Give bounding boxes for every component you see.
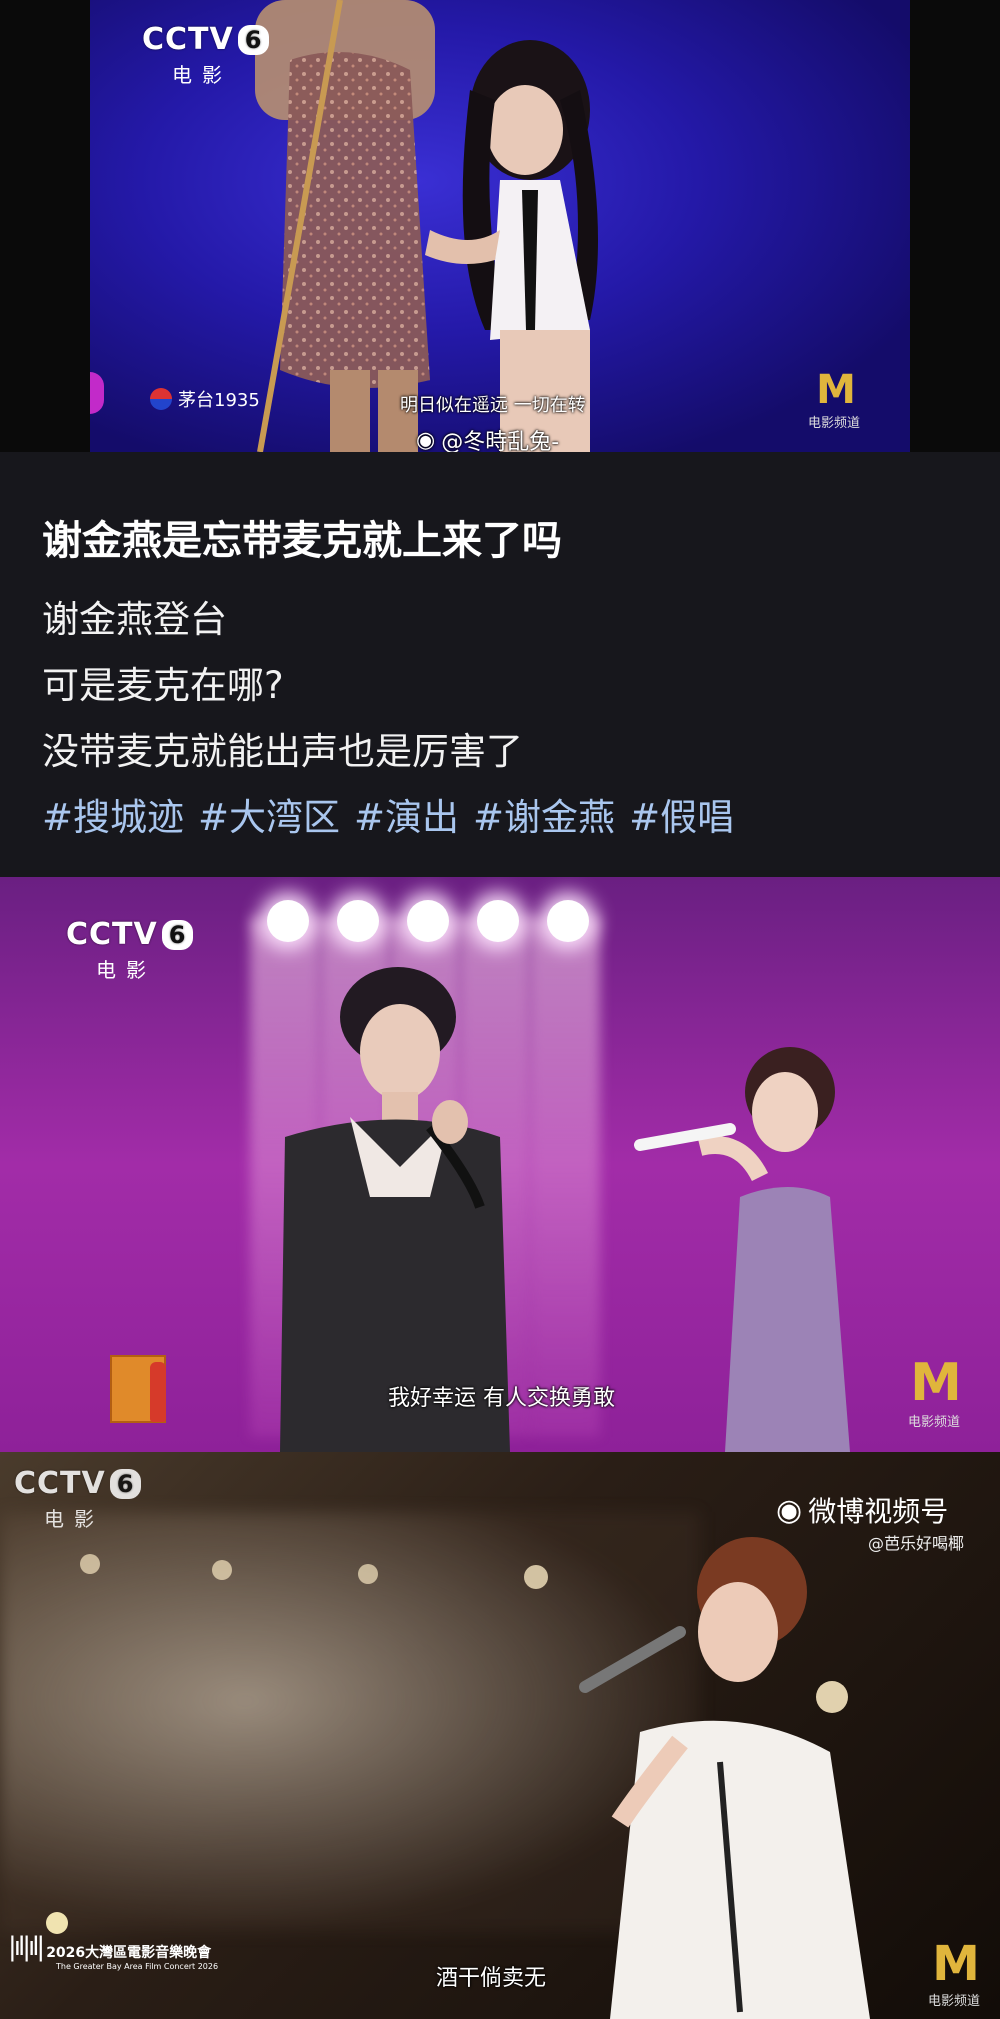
cctv6-logo-1: CCTV 6 电影 bbox=[142, 22, 270, 88]
event-logo-moon-icon bbox=[46, 1912, 68, 1934]
subtitle-caption-3: 酒干倘卖无 bbox=[436, 1966, 547, 1991]
sponsor-bottle-image-2 bbox=[150, 1362, 166, 1422]
soundwave-icon: |ıl|ıl| bbox=[8, 1932, 45, 1962]
sponsor-icon bbox=[150, 388, 172, 410]
weibo-video-watermark: ◉ 微博视频号 bbox=[776, 1492, 949, 1529]
hashtag-link[interactable]: #谢金燕 bbox=[473, 787, 615, 841]
hashtag-link[interactable]: #搜城迹 bbox=[42, 787, 184, 841]
weibo-user-watermark: @芭乐好喝椰 bbox=[868, 1534, 965, 1553]
movie-channel-logo-2: M 电影频道 bbox=[908, 1353, 962, 1430]
hashtag-link[interactable]: #演出 bbox=[354, 787, 459, 841]
sponsor-logo-1: 茅台1935 bbox=[150, 386, 260, 412]
weibo-watermark-1: ◉ @冬時乱兔- bbox=[416, 427, 560, 453]
post-title: 谢金燕是忘带麦克就上来了吗 bbox=[42, 518, 562, 564]
post-line-1: 谢金燕登台 bbox=[42, 598, 227, 641]
video-frame-1[interactable]: CCTV 6 电影 茅台1935 明日似在遥远 一切在转 ◉ @冬時乱兔- M 电… bbox=[0, 0, 1000, 452]
video-frame-3[interactable]: CCTV 6 电影 ◉ 微博视频号 @芭乐好喝椰 |ıl|ıl| 2026大灣區電… bbox=[0, 1452, 1000, 2019]
movie-channel-logo-3: M 电影频道 bbox=[928, 1936, 981, 2009]
event-logo: |ıl|ıl| 2026大灣區電影音樂晚會 The Greater Bay Ar… bbox=[8, 1912, 218, 1971]
hashtag-link[interactable]: #假唱 bbox=[629, 787, 734, 841]
post-line-2: 可是麦克在哪? bbox=[42, 664, 284, 707]
movie-channel-logo-1: M 电影频道 bbox=[808, 367, 861, 431]
post-line-3: 没带麦克就能出声也是厉害了 bbox=[42, 730, 523, 773]
hashtag-list: #搜城迹 #大湾区 #演出 #谢金燕 #假唱 bbox=[42, 787, 734, 841]
video-frame-2[interactable]: CCTV 6 电影 我好幸运 有人交换勇敢 M 电影频道 bbox=[0, 877, 1000, 1452]
weibo-icon: ◉ bbox=[416, 427, 436, 453]
cctv6-logo-2: CCTV 6 电影 bbox=[66, 917, 194, 983]
weibo-icon: ◉ bbox=[776, 1492, 803, 1528]
cctv6-logo-3: CCTV 6 电影 bbox=[14, 1466, 142, 1532]
hashtag-link[interactable]: #大湾区 bbox=[198, 787, 340, 841]
subtitle-caption-2: 我好幸运 有人交换勇敢 bbox=[388, 1386, 615, 1411]
post-content: 谢金燕是忘带麦克就上来了吗 谢金燕登台 可是麦克在哪? 没带麦克就能出声也是厉害… bbox=[0, 452, 1000, 877]
subtitle-caption-1: 明日似在遥远 一切在转 bbox=[400, 395, 586, 416]
